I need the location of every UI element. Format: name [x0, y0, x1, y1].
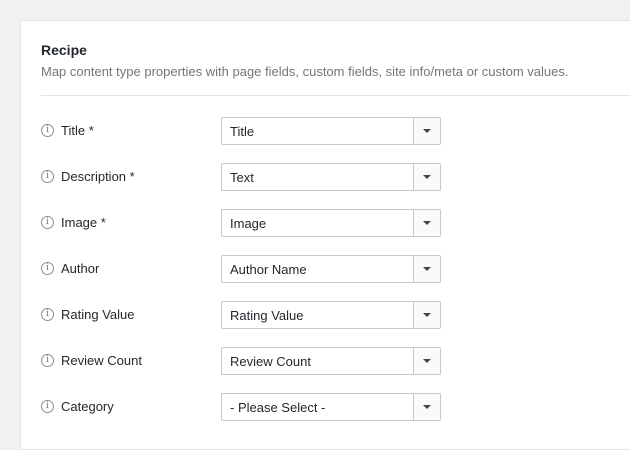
category-select[interactable]: - Please Select -: [221, 393, 441, 421]
description-select[interactable]: Text: [221, 163, 441, 191]
chevron-down-icon[interactable]: [413, 256, 440, 282]
select-value: Title: [230, 124, 255, 139]
info-icon[interactable]: i: [41, 354, 54, 367]
info-icon[interactable]: i: [41, 262, 54, 275]
info-icon[interactable]: i: [41, 170, 54, 183]
chevron-down-icon[interactable]: [413, 210, 440, 236]
panel-description: Map content type properties with page fi…: [41, 64, 569, 79]
field-row-author: i Author Author Name: [41, 255, 630, 283]
panel-title: Recipe: [41, 42, 87, 58]
info-icon[interactable]: i: [41, 308, 54, 321]
review-count-select[interactable]: Review Count: [221, 347, 441, 375]
field-row-rating-value: i Rating Value Rating Value: [41, 301, 630, 329]
field-row-category: i Category - Please Select -: [41, 393, 630, 421]
field-label-category: Category: [61, 399, 114, 414]
field-label-review-count: Review Count: [61, 353, 142, 368]
field-label-title: Title *: [61, 123, 94, 138]
select-value: Image: [230, 216, 267, 231]
info-icon[interactable]: i: [41, 400, 54, 413]
field-row-description: i Description * Text: [41, 163, 630, 191]
image-select[interactable]: Image: [221, 209, 441, 237]
select-value: Rating Value: [230, 308, 304, 323]
field-label-image: Image *: [61, 215, 106, 230]
select-value: Author Name: [230, 262, 307, 277]
field-label-author: Author: [61, 261, 100, 276]
title-select[interactable]: Title: [221, 117, 441, 145]
recipe-panel: Recipe Map content type properties with …: [20, 20, 630, 450]
field-row-title: i Title * Title: [41, 117, 630, 145]
field-label-description: Description *: [61, 169, 135, 184]
chevron-down-icon[interactable]: [413, 164, 440, 190]
field-row-image: i Image * Image: [41, 209, 630, 237]
chevron-down-icon[interactable]: [413, 302, 440, 328]
field-label-rating-value: Rating Value: [61, 307, 135, 322]
rating-value-select[interactable]: Rating Value: [221, 301, 441, 329]
info-icon[interactable]: i: [41, 216, 54, 229]
divider: [41, 95, 630, 96]
author-select[interactable]: Author Name: [221, 255, 441, 283]
select-value: - Please Select -: [230, 400, 326, 415]
chevron-down-icon[interactable]: [413, 348, 440, 374]
field-row-review-count: i Review Count Review Count: [41, 347, 630, 375]
chevron-down-icon[interactable]: [413, 394, 440, 420]
select-value: Review Count: [230, 354, 311, 369]
info-icon[interactable]: i: [41, 124, 54, 137]
select-value: Text: [230, 170, 254, 185]
chevron-down-icon[interactable]: [413, 118, 440, 144]
